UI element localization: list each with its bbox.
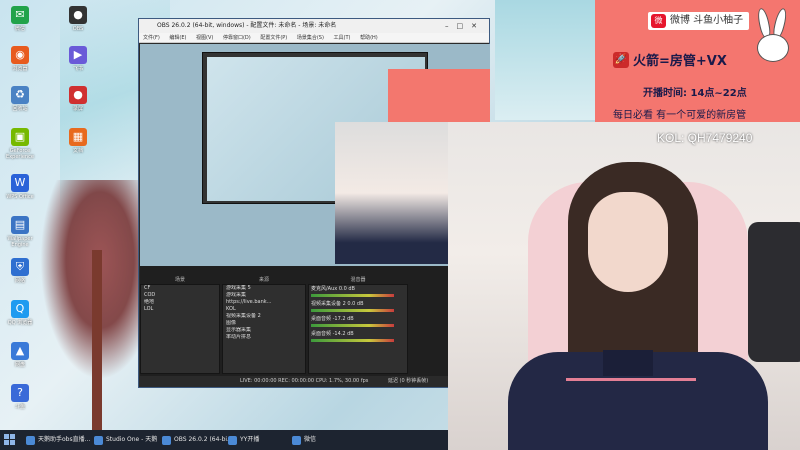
recycle-bin-icon: ♻ [11, 86, 29, 104]
bunny-icon [753, 7, 793, 78]
cloud-drive-icon: ▲ [11, 342, 29, 360]
mixer-channel[interactable]: 视频采集设备 2 0.0 dB [309, 300, 407, 315]
audio-mixer: 麦克风/Aux 0.0 dB 视频采集设备 2 0.0 dB 桌面音频 -17.… [308, 284, 408, 374]
desktop-icon[interactable]: ? 斗鱼 [0, 384, 40, 410]
desktop-icon[interactable]: ⛨ 网络 [0, 258, 40, 284]
source-item[interactable]: 视频采集设备 2 [223, 313, 305, 320]
wechat-icon: ✉ [11, 6, 29, 24]
desktop-icon[interactable]: ✉ 微信 [0, 6, 40, 32]
record-icon: ● [69, 86, 87, 104]
geforce-icon: ▣ [11, 128, 29, 146]
weibo-icon: 微 [651, 14, 666, 28]
taskbar-item[interactable]: OBS 26.0.2 (64-bi... [160, 430, 233, 450]
source-item[interactable]: 显示器采集 [223, 327, 305, 334]
menu-item-scene-collection[interactable]: 场景集合(S) [297, 35, 324, 41]
desktop-icon[interactable]: ◉ 浏览器 [0, 46, 40, 72]
document-icon: ▦ [69, 128, 87, 146]
banner-line: 每日必看 有一个可爱的新房管 [613, 110, 747, 121]
desktop-icon[interactable]: W WPS Office [0, 174, 40, 200]
volume-meter [311, 309, 394, 312]
sources-list: 游戏采集 5 游戏采集 https://live.bank... KOL 视频采… [222, 284, 306, 374]
taskbar-item[interactable]: YY开播 [226, 430, 259, 450]
menu-item-tools[interactable]: 工具(T) [334, 35, 351, 41]
shield-icon: ⛨ [11, 258, 29, 276]
menu-item-docks[interactable]: 停靠窗口(D) [223, 35, 251, 41]
rocket-icon: 🚀 [613, 52, 629, 68]
desktop-icons: ✉ 微信 ◉ 浏览器 ♻ 回收站 ▣ GeForce Experience W WPS O… [0, 0, 130, 430]
menu-item-edit[interactable]: 编辑(E) [169, 35, 186, 41]
taskbar-item[interactable]: 天鹅助手obs直播... [24, 430, 90, 450]
desktop-icon[interactable]: ● 录屏 [58, 86, 98, 112]
desktop-icon[interactable]: Q QQ 浏览器 [0, 300, 40, 326]
mixer-channel[interactable]: 桌面音频 -14.2 dB [309, 330, 407, 345]
wallpaper-engine-icon: ▤ [11, 216, 29, 234]
sources-header: 来源 [258, 277, 269, 283]
wps-icon: W [11, 174, 29, 192]
banner-line: 开播时间: 14点~22点 [643, 88, 747, 99]
taskbar-item[interactable]: Studio One - 天鹅 [92, 430, 157, 450]
feishu-icon: ▶ [69, 46, 87, 64]
scene-item[interactable]: 绝地 [141, 299, 219, 306]
obs-window: OBS 26.0.2 (64-bit, windows) - 配置文件: 未命名… [138, 18, 490, 388]
desktop-icon[interactable]: ● OBS [58, 6, 98, 32]
mixer-channel[interactable]: 桌面音频 -17.2 dB [309, 315, 407, 330]
taskbar-item[interactable]: 微信 [290, 430, 316, 450]
douyu-icon: ? [11, 384, 29, 402]
volume-meter [311, 294, 394, 297]
source-item[interactable]: 率动片拼息 [223, 334, 305, 341]
kol-label: KOL: QH7479240 [657, 131, 753, 145]
menu-item-view[interactable]: 视图(V) [196, 35, 213, 41]
desktop-icon[interactable]: ▲ 网盘 [0, 342, 40, 368]
scene-item[interactable]: CF [141, 285, 219, 292]
menu-bar: 文件(F) 编辑(E) 视图(V) 停靠窗口(D) 配置文件(P) 场景集合(S… [139, 33, 489, 43]
volume-meter [311, 339, 394, 342]
browser-icon: ◉ [11, 46, 29, 64]
taskbar: 天鹅助手obs直播... Studio One - 天鹅 OBS 26.0.2 … [0, 430, 460, 450]
banner-line: 火箭=房管+VX [633, 54, 727, 69]
window-controls[interactable]: –□✕ [445, 19, 485, 33]
source-item[interactable]: KOL [223, 306, 305, 313]
weibo-badge: 微 微博 斗鱼小柚子 [648, 12, 750, 30]
source-item[interactable]: https://live.bank... [223, 299, 305, 306]
menu-item-profile[interactable]: 配置文件(P) [260, 35, 287, 41]
scenes-list: CF COD 绝地 LOL [140, 284, 220, 374]
source-item[interactable]: 图像 [223, 320, 305, 327]
desktop-icon[interactable]: ▤ Wallpaper Engine [0, 216, 40, 248]
windows-start-icon[interactable] [4, 434, 16, 446]
status-bar: LIVE: 00:00:00 REC: 00:00:00 CPU: 1.7%, … [140, 376, 490, 387]
scene-item[interactable]: COD [141, 292, 219, 299]
scenes-header: 场景 [174, 277, 185, 283]
menu-item-help[interactable]: 帮助(H) [360, 35, 378, 41]
desktop-icon[interactable]: ▶ 飞书 [58, 46, 98, 72]
obs-docks: 场景 来源 混音器 CF COD 绝地 LOL 游戏采集 5 游戏采集 http… [140, 266, 490, 376]
preview-webcam [335, 122, 449, 264]
desktop-icon[interactable]: ♻ 回收站 [0, 86, 40, 112]
desktop-icon[interactable]: ▦ 文档 [58, 128, 98, 154]
stream-banner: 微 微博 斗鱼小柚子 🚀 火箭=房管+VX 开播时间: 14点~22点 每日必看… [595, 0, 800, 122]
volume-meter [311, 324, 394, 327]
menu-item-file[interactable]: 文件(F) [143, 35, 160, 41]
obs-icon: ● [69, 6, 87, 24]
mixer-channel[interactable]: 麦克风/Aux 0.0 dB [309, 285, 407, 300]
wallpaper-strip [495, 0, 595, 120]
desktop-icon[interactable]: ▣ GeForce Experience [0, 128, 40, 160]
scene-item[interactable]: LOL [141, 306, 219, 313]
qq-browser-icon: Q [11, 300, 29, 318]
webcam-feed [448, 122, 800, 450]
mixer-header: 混音器 [350, 277, 366, 283]
source-item[interactable]: 游戏采集 5 [223, 285, 305, 292]
window-title: OBS 26.0.2 (64-bit, windows) - 配置文件: 未命名… [139, 19, 489, 33]
preview-canvas[interactable]: KOL: QH7479240 [140, 44, 490, 266]
source-item[interactable]: 游戏采集 [223, 292, 305, 299]
